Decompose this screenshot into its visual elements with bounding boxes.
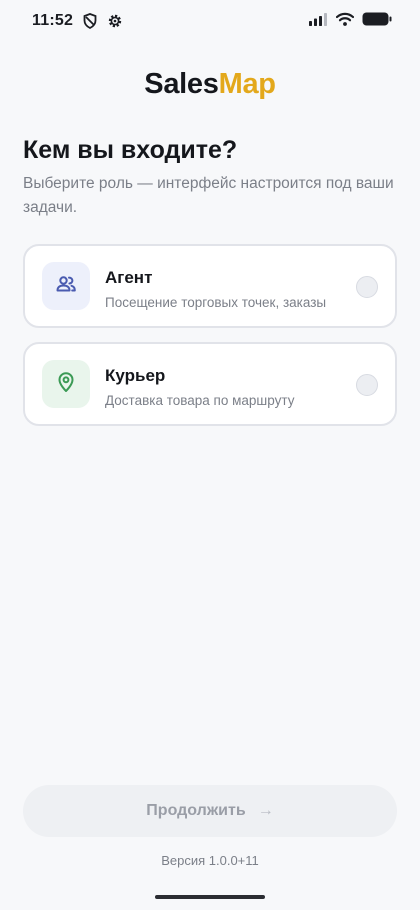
- role-card-courier[interactable]: Курьер Доставка товара по маршруту: [23, 342, 397, 426]
- role-description: Посещение торговых точек, заказы: [105, 295, 327, 310]
- status-bar: 11:52: [0, 0, 420, 42]
- status-time: 11:52: [32, 12, 74, 29]
- status-bar-right: [308, 12, 392, 31]
- role-icon-container: [42, 360, 90, 408]
- battery-icon: [362, 12, 392, 31]
- logo-part-sales: Sales: [144, 68, 219, 100]
- status-bar-left: 11:52: [32, 12, 123, 30]
- role-card-agent[interactable]: Агент Посещение торговых точек, заказы: [23, 244, 397, 328]
- location-pin-icon: [54, 370, 78, 399]
- role-icon-container: [42, 262, 90, 310]
- role-name: Курьер: [105, 366, 166, 385]
- continue-button[interactable]: Продолжить →: [23, 785, 397, 837]
- role-text: Курьер Доставка товара по маршруту: [105, 366, 294, 408]
- home-indicator[interactable]: [155, 895, 265, 899]
- role-description: Доставка товара по маршруту: [105, 393, 295, 408]
- page-title: Кем вы входите?: [23, 136, 238, 164]
- version-label: Версия 1.0.0+11: [161, 853, 259, 868]
- signal-icon: [308, 12, 328, 31]
- gear-icon: [107, 13, 123, 29]
- shield-icon: [82, 13, 98, 29]
- people-icon: [54, 272, 78, 301]
- role-radio-agent[interactable]: [356, 276, 378, 298]
- continue-label: Продолжить: [146, 802, 246, 819]
- arrow-right-icon: →: [257, 802, 274, 819]
- wifi-icon: [335, 12, 355, 31]
- logo-part-map: Map: [218, 68, 276, 100]
- role-selection-screen: 11:52 SalesMap Кем вы входите? Выберите …: [0, 0, 420, 910]
- page-subtitle: Выберите роль — интерфейс настроится под…: [23, 175, 394, 216]
- role-text: Агент Посещение торговых точек, заказы: [105, 268, 326, 310]
- app-logo: SalesMap: [0, 68, 420, 101]
- role-radio-courier[interactable]: [356, 374, 378, 396]
- role-name: Агент: [105, 268, 153, 287]
